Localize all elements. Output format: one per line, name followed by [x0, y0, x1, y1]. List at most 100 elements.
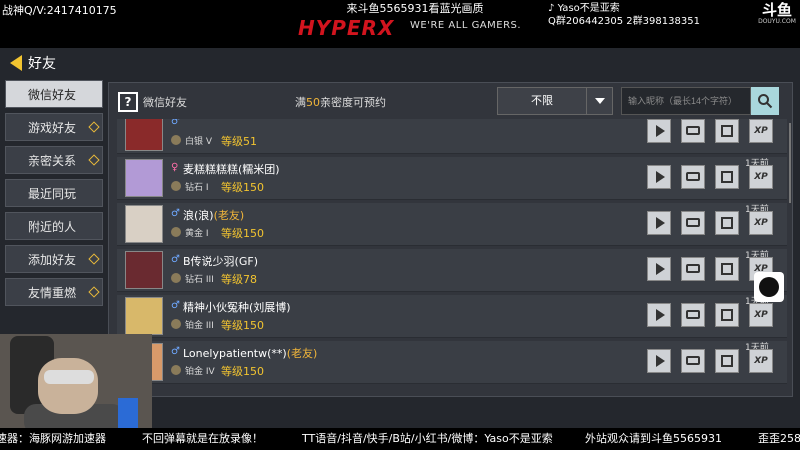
ticker-item: 外站观众请到斗鱼5565931 [585, 432, 722, 445]
sidebar-item-recent[interactable]: 最近同玩 [5, 179, 103, 207]
rank-label: 白银 V [185, 137, 213, 147]
gender-male-icon: ♂ [171, 254, 180, 265]
chat-button[interactable] [681, 349, 705, 373]
level-label: 等级150 [221, 181, 264, 194]
promo-text: 来斗鱼5565931看蓝光画质 [346, 2, 484, 15]
streamer-info: ♪ Yaso不是亚索 Q群206442305 2群398138351 [548, 2, 700, 28]
invite-play-button[interactable] [647, 211, 671, 235]
level-label: 等级150 [221, 365, 264, 378]
gender-female-icon: ♀ [171, 162, 179, 173]
rank-label: 黄金 I [185, 229, 209, 239]
gift-button[interactable] [715, 119, 739, 143]
rank-icon [171, 319, 181, 329]
avatar[interactable] [125, 159, 163, 197]
notice-diamond-icon [88, 253, 100, 265]
page-title: 好友 [28, 56, 56, 72]
friend-row[interactable]: ♂ 白银 V 等级51 XP [117, 119, 787, 154]
friend-row[interactable]: ♂ B传说少羽(GF) 钻石 III 等级78 1天前 XP [117, 249, 787, 292]
friend-name: 精神小伙冤种(刘展博) [183, 301, 291, 314]
sidebar-item-label: 添加好友 [28, 252, 77, 267]
sidebar-item-label: 微信好友 [28, 87, 77, 102]
gift-button[interactable] [715, 211, 739, 235]
notice-diamond-icon [88, 121, 100, 133]
gift-button[interactable] [715, 257, 739, 281]
back-button[interactable]: 好友 [10, 52, 56, 74]
notice-diamond-icon [88, 154, 100, 166]
friend-name: 麦糕糕糕糕(糯米团) [183, 163, 280, 176]
sidebar-item-rekindle[interactable]: 友情重燃 [5, 278, 103, 306]
avatar[interactable] [125, 297, 163, 335]
sidebar-item-label: 附近的人 [28, 219, 77, 234]
chat-button[interactable] [681, 119, 705, 143]
chevron-down-icon[interactable] [586, 88, 612, 114]
reservation-hint: 满50亲密度可预约 [295, 96, 386, 109]
rank-icon [171, 181, 181, 191]
avatar[interactable] [125, 251, 163, 289]
hyperx-slogan: WE'RE ALL GAMERS. [410, 20, 522, 31]
notice-diamond-icon [88, 286, 100, 298]
friend-row[interactable]: ♂ Lonelypatientw(**)(老友) 铂金 IV 等级150 1天前 XP [117, 341, 787, 384]
rank-icon [171, 227, 181, 237]
friend-list: ♂ 白银 V 等级51 XP ♀ 麦糕糕糕糕(糯米团) 钻石 I 等级150 1天前 XP ♂ 浪(浪… [109, 119, 792, 396]
chat-button[interactable] [681, 165, 705, 189]
search-icon [758, 94, 773, 109]
gift-button[interactable] [715, 349, 739, 373]
xp-share-button[interactable]: XP [749, 303, 773, 327]
xp-share-button[interactable]: XP [749, 349, 773, 373]
level-label: 等级150 [221, 319, 264, 332]
list-scrollbar[interactable] [789, 123, 791, 203]
xp-share-button[interactable]: XP [749, 119, 773, 143]
gift-button[interactable] [715, 165, 739, 189]
rank-icon [171, 135, 181, 145]
rank-label: 铂金 IV [185, 367, 215, 377]
webcam-overlay [0, 334, 152, 428]
xp-share-button[interactable]: XP [749, 165, 773, 189]
sidebar-item-label: 游戏好友 [28, 120, 77, 135]
friend-row[interactable]: ♀ 麦糕糕糕糕(糯米团) 钻石 I 等级150 1天前 XP [117, 157, 787, 200]
promo-center: 来斗鱼5565931看蓝光画质 [300, 0, 530, 16]
sidebar-item-wechat-friends[interactable]: 微信好友 [5, 80, 103, 108]
invite-play-button[interactable] [647, 303, 671, 327]
panel-header: ? 微信好友 满50亲密度可预约 不限 [109, 83, 792, 119]
stream-overlay-top: 战神Q/V:2417410175 来斗鱼5565931看蓝光画质 HYPERX … [0, 0, 800, 48]
douyu-logo: 斗鱼 DOUYU.COM [758, 1, 796, 25]
stream-ticker: 速器：海豚网游加速器 不回弹幕就是在放录像！ TT语音/抖音/快手/B站/小红书… [0, 428, 800, 450]
friend-row[interactable]: ♂ 精神小伙冤种(刘展博) 铂金 III 等级150 1天前 XP [117, 295, 787, 338]
rank-icon [171, 365, 181, 375]
gender-male-icon: ♂ [171, 208, 180, 219]
xp-share-button[interactable]: XP [749, 211, 773, 235]
search-button[interactable] [751, 87, 779, 115]
sidebar-item-add-friend[interactable]: 添加好友 [5, 245, 103, 273]
panel-title: 微信好友 [143, 96, 187, 109]
contact-text: 战神Q/V:2417410175 [2, 4, 117, 17]
sidebar-item-game-friends[interactable]: 游戏好友 [5, 113, 103, 141]
avatar[interactable] [125, 205, 163, 243]
gift-button[interactable] [715, 303, 739, 327]
invite-play-button[interactable] [647, 257, 671, 281]
chat-button[interactable] [681, 257, 705, 281]
ticker-item: TT语音/抖音/快手/B站/小红书/微博：Yaso不是亚索 [302, 432, 553, 445]
nickname-search-input[interactable] [621, 87, 751, 115]
level-label: 等级51 [221, 135, 257, 148]
filter-dropdown[interactable]: 不限 [497, 87, 613, 115]
rank-icon [171, 273, 181, 283]
hyperx-logo: HYPERX [298, 16, 395, 40]
invite-play-button[interactable] [647, 349, 671, 373]
sidebar-item-nearby[interactable]: 附近的人 [5, 212, 103, 240]
gender-male-icon: ♂ [171, 300, 180, 311]
rank-label: 钻石 III [185, 275, 214, 285]
avatar[interactable] [125, 119, 163, 151]
help-icon[interactable]: ? [118, 92, 138, 112]
friend-row[interactable]: ♂ 浪(浪)(老友) 黄金 I 等级150 1天前 XP [117, 203, 787, 246]
sidebar-item-label: 最近同玩 [28, 186, 77, 201]
invite-play-button[interactable] [647, 165, 671, 189]
chat-button[interactable] [681, 211, 705, 235]
sidebar-item-intimate[interactable]: 亲密关系 [5, 146, 103, 174]
qq-groups: Q群206442305 2群398138351 [548, 16, 700, 27]
streamer-name: Yaso不是亚索 [557, 3, 620, 14]
friends-panel: ? 微信好友 满50亲密度可预约 不限 ♂ 白银 V 等级51 XP ♀ 麦糕糕糕糕(糯米… [108, 82, 793, 397]
radiation-icon[interactable] [754, 272, 784, 302]
invite-play-button[interactable] [647, 119, 671, 143]
chat-button[interactable] [681, 303, 705, 327]
filter-value: 不限 [531, 94, 553, 107]
